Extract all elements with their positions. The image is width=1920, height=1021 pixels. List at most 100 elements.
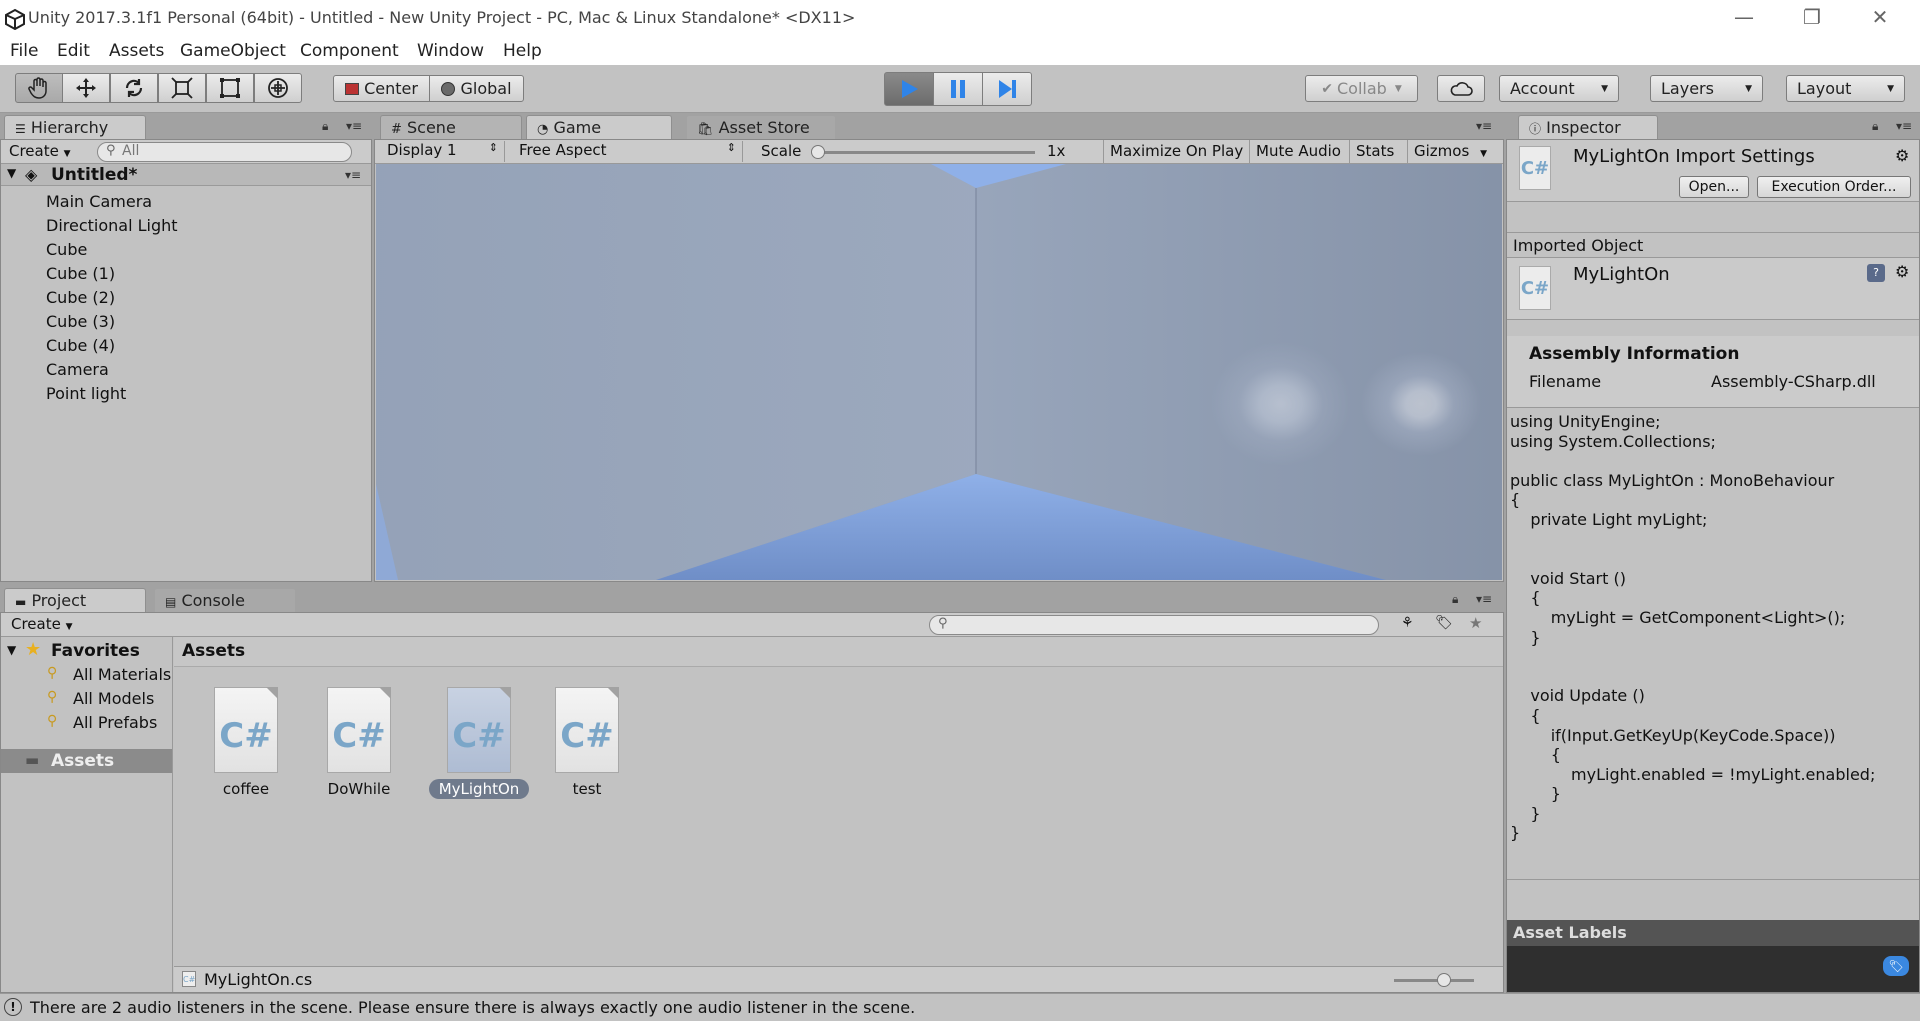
open-button[interactable]: Open... (1679, 176, 1749, 198)
lock-icon[interactable]: 🔒︎ (1872, 119, 1878, 134)
stats-toggle[interactable]: Stats (1349, 140, 1400, 164)
menu-assets[interactable]: Assets (109, 41, 164, 61)
asset-labels-header: Asset Labels (1507, 920, 1919, 946)
collab-dropdown[interactable]: ✔ Collab ▼ (1305, 75, 1418, 102)
panel-menu-icon[interactable]: ▾≡ (1476, 119, 1492, 133)
menu-window[interactable]: Window (417, 41, 484, 61)
hierarchy-search-input[interactable]: ⚲ All (97, 142, 352, 162)
gear-icon[interactable]: ⚙ (1895, 146, 1909, 165)
cloud-button[interactable] (1437, 75, 1485, 102)
hierarchy-item[interactable]: Point light (46, 384, 126, 403)
scale-slider-thumb[interactable] (811, 145, 825, 159)
mute-audio-toggle[interactable]: Mute Audio (1249, 140, 1347, 164)
expand-triangle-icon[interactable]: ▼ (7, 643, 16, 657)
lock-icon[interactable]: 🔒︎ (1452, 592, 1458, 607)
assets-folder-row[interactable]: ▬ Assets (1, 749, 172, 773)
asset-item[interactable]: C# test (537, 687, 637, 799)
folder-icon: ▬ (15, 595, 27, 609)
hierarchy-item[interactable]: Camera (46, 360, 109, 379)
display-dropdown[interactable]: Display 1 ⇕ (381, 141, 505, 162)
expand-triangle-icon[interactable]: ▼ (7, 166, 16, 180)
restore-button[interactable]: ❐ (1778, 0, 1846, 37)
tab-inspector[interactable]: ⓘ Inspector (1518, 115, 1658, 139)
csharp-file-icon: C# (1519, 146, 1551, 190)
hierarchy-item[interactable]: Cube (4) (46, 336, 115, 355)
hierarchy-item[interactable]: Directional Light (46, 216, 178, 235)
menu-file[interactable]: File (10, 41, 38, 61)
scene-menu-icon[interactable]: ▾≡ (345, 168, 361, 182)
favorites-label[interactable]: Favorites (51, 641, 140, 661)
lock-icon[interactable]: 🔒︎ (322, 119, 328, 134)
account-dropdown[interactable]: Account ▼ (1499, 75, 1619, 102)
gizmos-dropdown[interactable]: Gizmos ▼ (1407, 140, 1493, 164)
project-search-input[interactable]: ⚲ (929, 615, 1379, 635)
close-button[interactable]: ✕ (1846, 0, 1914, 37)
favorite-item[interactable]: All Models (73, 689, 154, 708)
pivot-center-button[interactable]: Center (333, 75, 430, 102)
hierarchy-item[interactable]: Cube (46, 240, 87, 259)
menu-component[interactable]: Component (300, 41, 399, 61)
imported-object-row: C# MyLightOn ? ⚙ (1507, 258, 1919, 320)
inspector-header: C# MyLightOn Import Settings ⚙ Open... E… (1507, 140, 1919, 202)
favorite-item[interactable]: All Materials (73, 665, 171, 684)
hierarchy-item[interactable]: Main Camera (46, 192, 152, 211)
status-message[interactable]: There are 2 audio listeners in the scene… (30, 998, 915, 1017)
execution-order-button[interactable]: Execution Order... (1757, 176, 1911, 198)
hierarchy-item[interactable]: Cube (2) (46, 288, 115, 307)
panel-menu-icon[interactable]: ▾≡ (346, 119, 362, 133)
move-tool-button[interactable] (62, 73, 110, 103)
maximize-on-play-toggle[interactable]: Maximize On Play (1103, 140, 1249, 164)
layout-dropdown[interactable]: Layout ▼ (1786, 75, 1905, 102)
hand-tool-button[interactable] (15, 73, 63, 103)
menu-help[interactable]: Help (503, 41, 542, 61)
gear-icon[interactable]: ⚙ (1895, 262, 1909, 281)
filter-by-type-icon[interactable]: ⚘ (1401, 615, 1414, 631)
tab-console[interactable]: ▤ Console (154, 588, 296, 612)
transform-tool-button[interactable] (254, 73, 302, 103)
asset-item[interactable]: C# DoWhile (309, 687, 409, 799)
aspect-dropdown[interactable]: Free Aspect ⇕ (513, 141, 743, 162)
icon-size-slider-thumb[interactable] (1437, 973, 1451, 987)
scene-row[interactable]: ▼ ◈ Untitled* ▾≡ (1, 164, 371, 186)
warning-icon[interactable]: ! (4, 998, 22, 1016)
asset-item-selected[interactable]: C# MyLightOn (422, 687, 536, 799)
game-viewport[interactable] (376, 164, 1502, 580)
menu-edit[interactable]: Edit (57, 41, 90, 61)
scale-tool-button[interactable] (158, 73, 206, 103)
tab-scene[interactable]: # Scene (380, 115, 522, 139)
favorite-item[interactable]: All Prefabs (73, 713, 157, 732)
hierarchy-item[interactable]: Cube (1) (46, 264, 115, 283)
icon-size-slider-track[interactable] (1394, 979, 1474, 982)
asset-item[interactable]: C# coffee (196, 687, 296, 799)
menu-gameobject[interactable]: GameObject (180, 41, 286, 61)
filter-by-label-icon[interactable]: 🏷︎ (1435, 615, 1453, 631)
tag-icon[interactable]: 🏷︎ (1883, 956, 1909, 976)
tab-project[interactable]: ▬ Project (4, 588, 146, 612)
rect-tool-button[interactable] (206, 73, 254, 103)
tab-game[interactable]: ◔ Game (526, 115, 672, 139)
panel-menu-icon[interactable]: ▾≡ (1476, 592, 1492, 606)
tab-hierarchy[interactable]: ☰ Hierarchy (4, 115, 146, 139)
space-global-button[interactable]: Global (429, 75, 524, 102)
center-tabbar: # Scene ◔ Game 🛍︎ Asset Store ▾≡ (374, 113, 1504, 139)
hierarchy-create-button[interactable]: Create ▼ (9, 142, 71, 160)
search-folder-icon: ⚲ (47, 713, 58, 729)
tab-asset-store[interactable]: 🛍︎ Asset Store (686, 115, 836, 139)
unity-scene-icon: ◈ (25, 165, 38, 184)
rotate-tool-button[interactable] (110, 73, 158, 103)
project-create-button[interactable]: Create ▼ (11, 615, 73, 633)
toolbar: Center Global ✔ Collab ▼ Account ▼ Layer… (0, 65, 1920, 113)
star-icon[interactable]: ★ (1469, 614, 1482, 632)
panel-menu-icon[interactable]: ▾≡ (1896, 119, 1912, 133)
assembly-info-header: Assembly Information (1529, 344, 1740, 364)
csharp-small-icon: C# (182, 971, 196, 987)
minimize-button[interactable]: — (1710, 0, 1778, 37)
scale-slider-track[interactable] (815, 151, 1035, 154)
layers-dropdown[interactable]: Layers ▼ (1650, 75, 1763, 102)
hierarchy-item[interactable]: Cube (3) (46, 312, 115, 331)
play-button[interactable] (884, 72, 934, 106)
list-icon: ☰ (15, 122, 26, 136)
step-button[interactable] (982, 72, 1032, 106)
pause-button[interactable] (933, 72, 983, 106)
help-book-icon[interactable]: ? (1867, 264, 1885, 282)
